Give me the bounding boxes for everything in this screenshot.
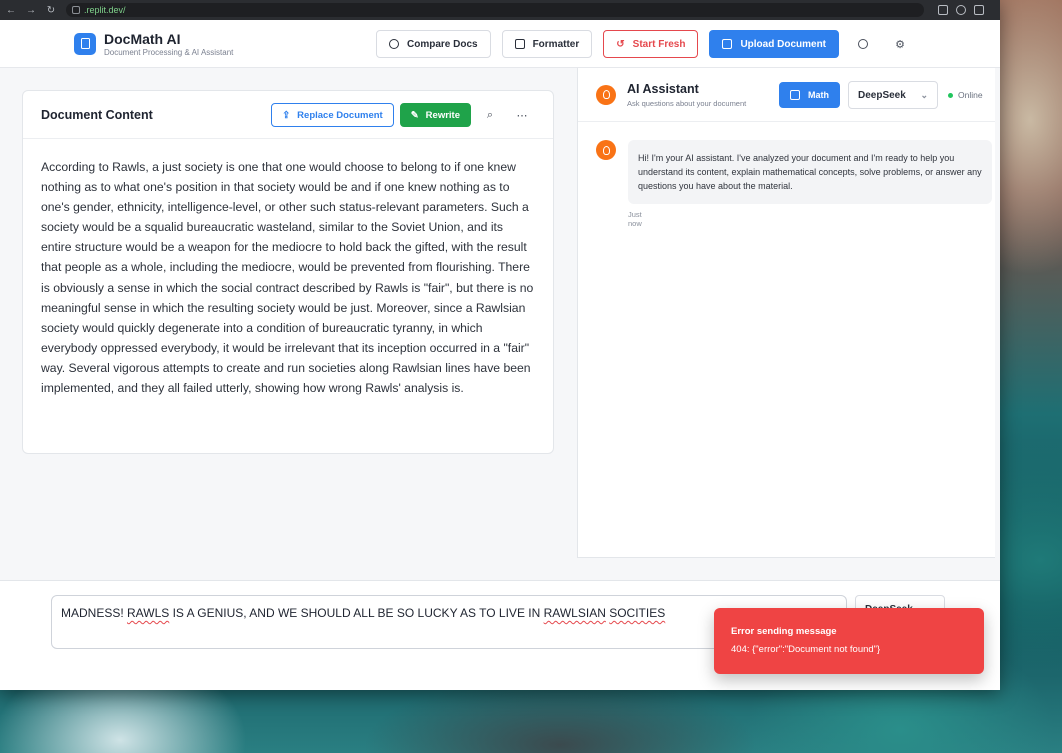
compare-docs-button[interactable]: Compare Docs xyxy=(376,30,491,58)
browser-toolbar: ← → ↻ .replit.dev/ xyxy=(0,0,1000,20)
document-title: Document Content xyxy=(41,107,153,122)
error-toast[interactable]: Error sending message 404: {"error":"Doc… xyxy=(714,608,984,674)
search-icon[interactable]: ⌕ xyxy=(477,102,503,128)
ai-assistant-header: AI Assistant Ask questions about your do… xyxy=(578,68,995,122)
more-icon[interactable]: ⋯ xyxy=(509,102,535,128)
chevron-down-icon: ⌄ xyxy=(920,89,928,100)
file-icon xyxy=(722,39,733,49)
upload-document-label: Upload Document xyxy=(740,38,827,50)
back-icon[interactable]: ← xyxy=(6,5,16,16)
site-info-icon[interactable] xyxy=(72,6,80,14)
rewrite-button[interactable]: ✎ Rewrite xyxy=(399,103,471,127)
formatter-button[interactable]: Formatter xyxy=(501,30,593,58)
compare-icon xyxy=(389,39,399,49)
input-misspelled-word: SOCITIES xyxy=(609,606,666,620)
document-card-header: Document Content ⇪ Replace Document ✎ Re… xyxy=(23,91,553,139)
address-bar[interactable]: .replit.dev/ xyxy=(66,3,924,17)
app-header: DocMath AI Document Processing & AI Assi… xyxy=(0,20,1000,68)
ai-assistant-title: AI Assistant xyxy=(627,81,699,96)
install-icon[interactable] xyxy=(938,5,948,15)
document-logo-icon xyxy=(74,32,96,55)
reset-icon: ↺ xyxy=(616,38,625,50)
toast-message: 404: {"error":"Document not found"} xyxy=(731,644,881,655)
start-fresh-label: Start Fresh xyxy=(632,38,686,50)
ai-assistant-panel: AI Assistant Ask questions about your do… xyxy=(577,68,995,558)
message-bubble: Hi! I'm your AI assistant. I've analyzed… xyxy=(628,140,992,204)
start-fresh-button[interactable]: ↺ Start Fresh xyxy=(603,30,699,58)
lightbulb-icon xyxy=(596,84,616,105)
online-dot-icon xyxy=(948,92,953,98)
pencil-icon: ✎ xyxy=(410,109,419,121)
key-icon[interactable] xyxy=(956,5,966,15)
url-text: .replit.dev/ xyxy=(84,5,126,15)
input-misspelled-word: RAWLSIAN xyxy=(543,606,606,620)
share-icon[interactable] xyxy=(974,5,984,15)
edit-icon xyxy=(514,39,525,49)
math-button[interactable]: Math xyxy=(779,82,840,108)
browser-window: ← → ↻ .replit.dev/ DocMath AI Document P… xyxy=(0,0,1000,690)
compare-docs-label: Compare Docs xyxy=(407,38,478,50)
rewrite-label: Rewrite xyxy=(425,109,460,121)
status-text: Online xyxy=(958,90,983,100)
ai-assistant-subtitle: Ask questions about your document xyxy=(627,98,747,108)
message-timestamp: Just now xyxy=(628,210,642,228)
document-text: According to Rawls, a just society is on… xyxy=(41,160,534,396)
upload-document-button[interactable]: Upload Document xyxy=(709,30,840,58)
replace-document-label: Replace Document xyxy=(297,109,383,121)
main-area: Document Content ⇪ Replace Document ✎ Re… xyxy=(0,68,1000,580)
status-indicator: Online xyxy=(948,90,983,100)
model-select[interactable]: DeepSeek ⌄ xyxy=(848,81,938,109)
upload-icon: ⇪ xyxy=(282,109,291,121)
calculator-icon xyxy=(790,90,800,100)
info-icon[interactable] xyxy=(850,31,876,57)
replace-document-button[interactable]: ⇪ Replace Document xyxy=(271,103,394,127)
formatter-label: Formatter xyxy=(532,38,580,50)
brand-subtitle: Document Processing & AI Assistant xyxy=(104,47,234,57)
forward-icon[interactable]: → xyxy=(26,5,36,16)
input-misspelled-word: RAWLS xyxy=(127,606,170,620)
input-text-part: IS A GENIUS, AND WE SHOULD ALL BE SO LUC… xyxy=(169,606,544,620)
lightbulb-icon xyxy=(596,140,616,160)
math-label: Math xyxy=(808,90,829,100)
model-select-value: DeepSeek xyxy=(858,89,906,101)
reload-icon[interactable]: ↻ xyxy=(46,5,56,16)
input-text-part: MADNESS! xyxy=(61,606,128,620)
toast-title: Error sending message xyxy=(731,626,837,637)
brand-title: DocMath AI xyxy=(104,30,181,47)
document-card: Document Content ⇪ Replace Document ✎ Re… xyxy=(22,90,554,454)
settings-icon[interactable]: ⚙ xyxy=(887,31,913,57)
